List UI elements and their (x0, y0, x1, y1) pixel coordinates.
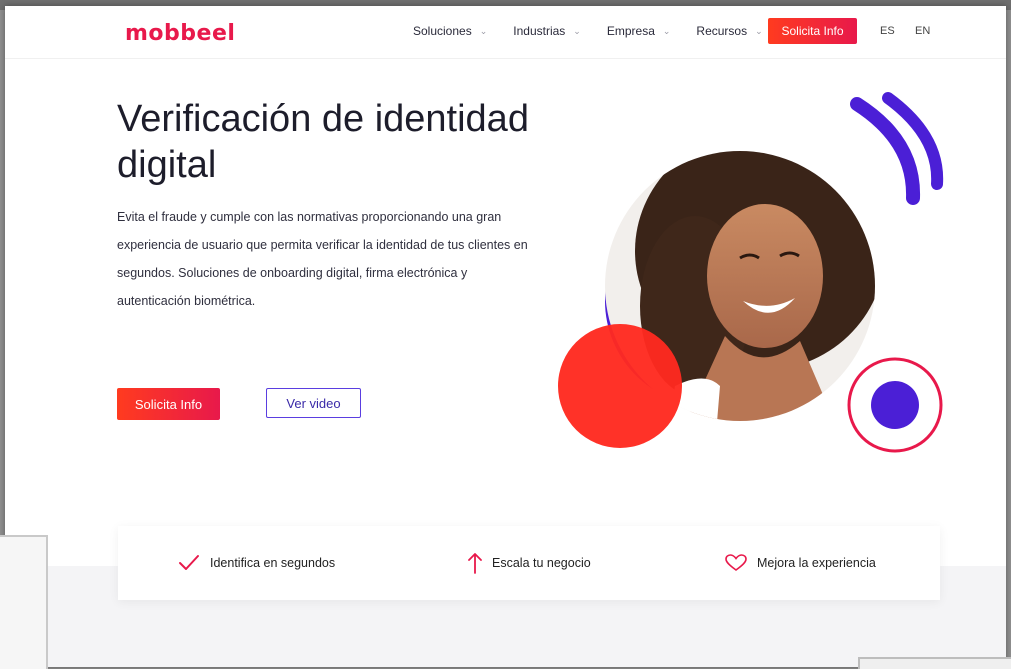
nav-item-recursos[interactable]: Recursos ⌄ (696, 24, 762, 38)
site-header: mobbeel Soluciones ⌄ Industrias ⌄ Empres… (5, 6, 1006, 59)
feature-mejora: Mejora la experiencia (725, 526, 876, 600)
logo-text: mobbeel (125, 21, 236, 46)
feature-label: Escala tu negocio (492, 556, 591, 570)
feature-escala: Escala tu negocio (468, 526, 591, 600)
nav-item-soluciones[interactable]: Soluciones ⌄ (413, 24, 487, 38)
nav-item-label: Soluciones (413, 24, 472, 38)
chevron-down-icon: ⌄ (662, 25, 671, 36)
language-es-link[interactable]: ES (880, 25, 895, 37)
chevron-down-icon: ⌄ (573, 25, 581, 36)
feature-label: Identifica en segundos (210, 556, 336, 570)
check-icon (179, 555, 199, 570)
solicita-info-nav-button[interactable]: Solicita Info (768, 18, 857, 44)
mobbeel-logo[interactable]: mobbeel (125, 21, 235, 46)
features-bar: Identifica en segundos Escala tu negocio… (118, 526, 940, 600)
background-window-panel (0, 535, 48, 669)
chevron-down-icon: ⌄ (479, 25, 488, 36)
purple-dot-shape (871, 381, 919, 429)
background-window-panel (858, 657, 1011, 669)
heart-icon (725, 554, 747, 571)
feature-identifica: Identifica en segundos (178, 526, 335, 600)
nav-item-label: Recursos (696, 24, 748, 38)
browser-page: mobbeel Soluciones ⌄ Industrias ⌄ Empres… (5, 6, 1006, 667)
hero-illustration (545, 86, 965, 476)
language-en-link[interactable]: EN (915, 25, 930, 37)
arrow-up-icon (468, 553, 482, 574)
main-nav: Soluciones ⌄ Industrias ⌄ Empresa ⌄ Recu… (413, 24, 789, 38)
chevron-down-icon: ⌄ (755, 25, 763, 36)
solicita-info-button[interactable]: Solicita Info (117, 388, 220, 420)
hero-illustration-svg (558, 92, 944, 453)
nav-item-label: Empresa (606, 24, 655, 38)
nav-item-industrias[interactable]: Industrias ⌄ (513, 24, 581, 38)
ver-video-button[interactable]: Ver video (266, 388, 361, 418)
hero-title: Verificación de identidad digital (117, 98, 529, 186)
nav-item-empresa[interactable]: Empresa ⌄ (607, 24, 671, 38)
nav-item-label: Industrias (513, 24, 566, 38)
feature-label: Mejora la experiencia (757, 556, 876, 570)
red-circle-shape (558, 324, 682, 448)
hero-description: Evita el fraude y cumple con las normati… (117, 210, 528, 308)
